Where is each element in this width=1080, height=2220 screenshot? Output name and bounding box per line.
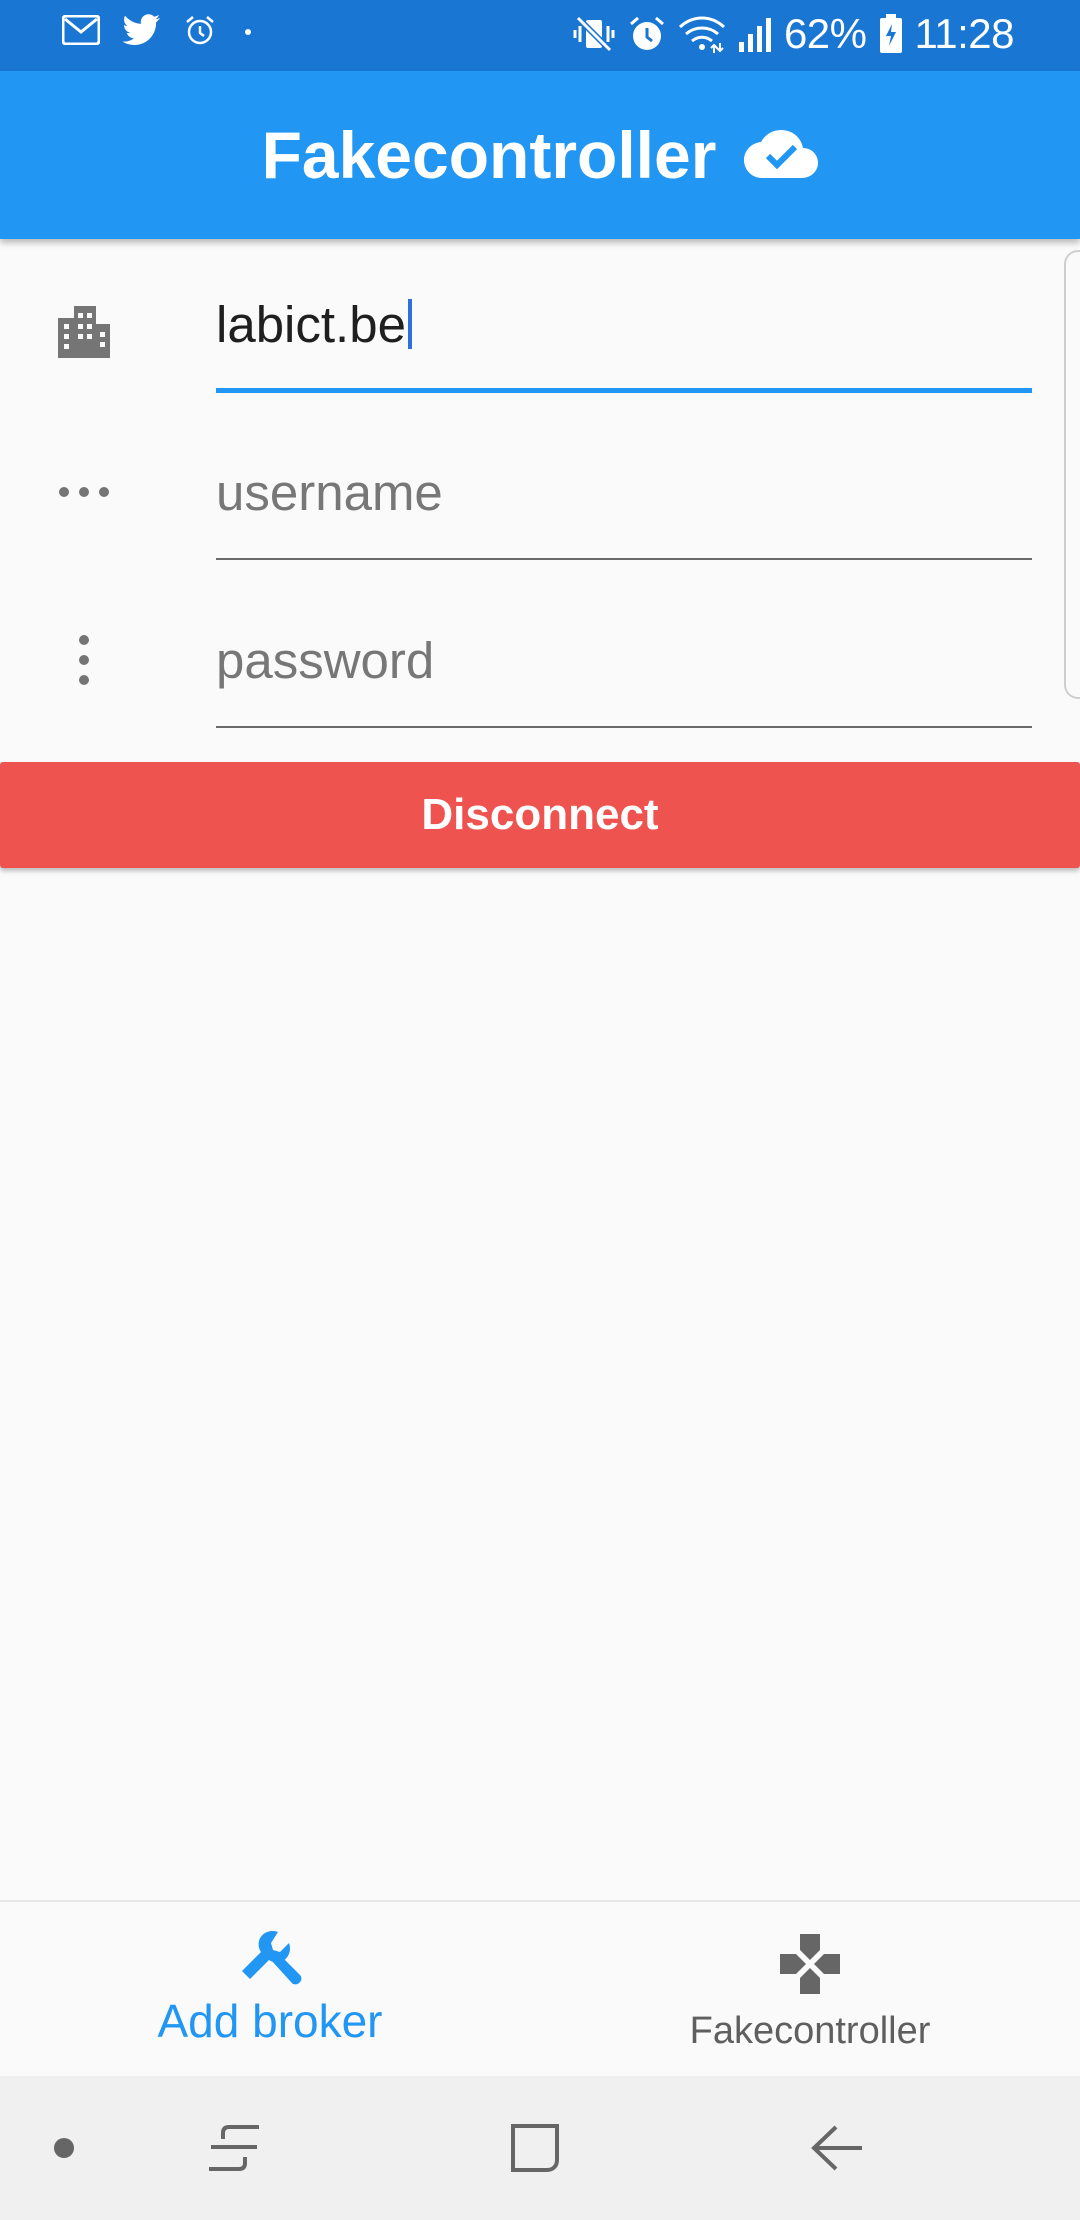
text-cursor [407, 299, 412, 349]
twitter-icon [122, 14, 162, 46]
scroll-edge-indicator [1064, 250, 1080, 699]
nav-add-broker[interactable]: Add broker [0, 1902, 540, 2078]
disconnect-button-label: Disconnect [421, 790, 659, 839]
more-vertical-icon [52, 628, 116, 692]
alarm-clock-icon [184, 14, 216, 46]
disconnect-button[interactable]: Disconnect [0, 762, 1080, 868]
mute-vibrate-icon [572, 14, 616, 54]
nav-fakecontroller-label: Fakecontroller [689, 2010, 931, 2052]
password-input[interactable]: password [216, 620, 1032, 700]
recent-apps-button[interactable] [204, 2118, 264, 2178]
broker-input-underline [216, 388, 1032, 393]
back-button[interactable] [808, 2118, 868, 2178]
app-title: Fakecontroller [261, 118, 717, 192]
home-button[interactable] [505, 2118, 565, 2178]
username-input-underline [216, 558, 1032, 560]
status-bar: 62% 11:28 [0, 0, 1080, 71]
broker-input[interactable]: labict.be [216, 284, 1032, 364]
app-bar: Fakecontroller [0, 71, 1080, 239]
system-navigation-bar [0, 2076, 1080, 2220]
building-icon [52, 300, 116, 364]
cloud-done-icon [744, 128, 819, 183]
battery-icon [879, 14, 903, 54]
username-row: username [0, 408, 1080, 576]
alarm-icon [628, 15, 666, 53]
nav-fakecontroller[interactable]: Fakecontroller [540, 1902, 1080, 2078]
bottom-navigation: Add broker Fakecontroller [0, 1900, 1080, 2078]
more-horizontal-icon [52, 460, 116, 524]
password-input-underline [216, 726, 1032, 728]
gmail-icon [62, 15, 100, 45]
broker-input-value: labict.be [216, 295, 406, 353]
battery-percent: 62% [783, 10, 867, 57]
wrench-icon [0, 1928, 540, 1992]
clock: 11:28 [914, 10, 1015, 57]
nav-add-broker-label: Add broker [157, 1995, 383, 2047]
password-row: password [0, 576, 1080, 744]
broker-row: labict.be [0, 240, 1080, 408]
gamepad-icon [540, 1932, 1080, 1996]
dot-button[interactable] [34, 2118, 94, 2178]
username-input[interactable]: username [216, 452, 1032, 532]
wifi-icon [678, 15, 726, 53]
dot-icon [238, 20, 258, 40]
signal-icon [738, 16, 772, 52]
